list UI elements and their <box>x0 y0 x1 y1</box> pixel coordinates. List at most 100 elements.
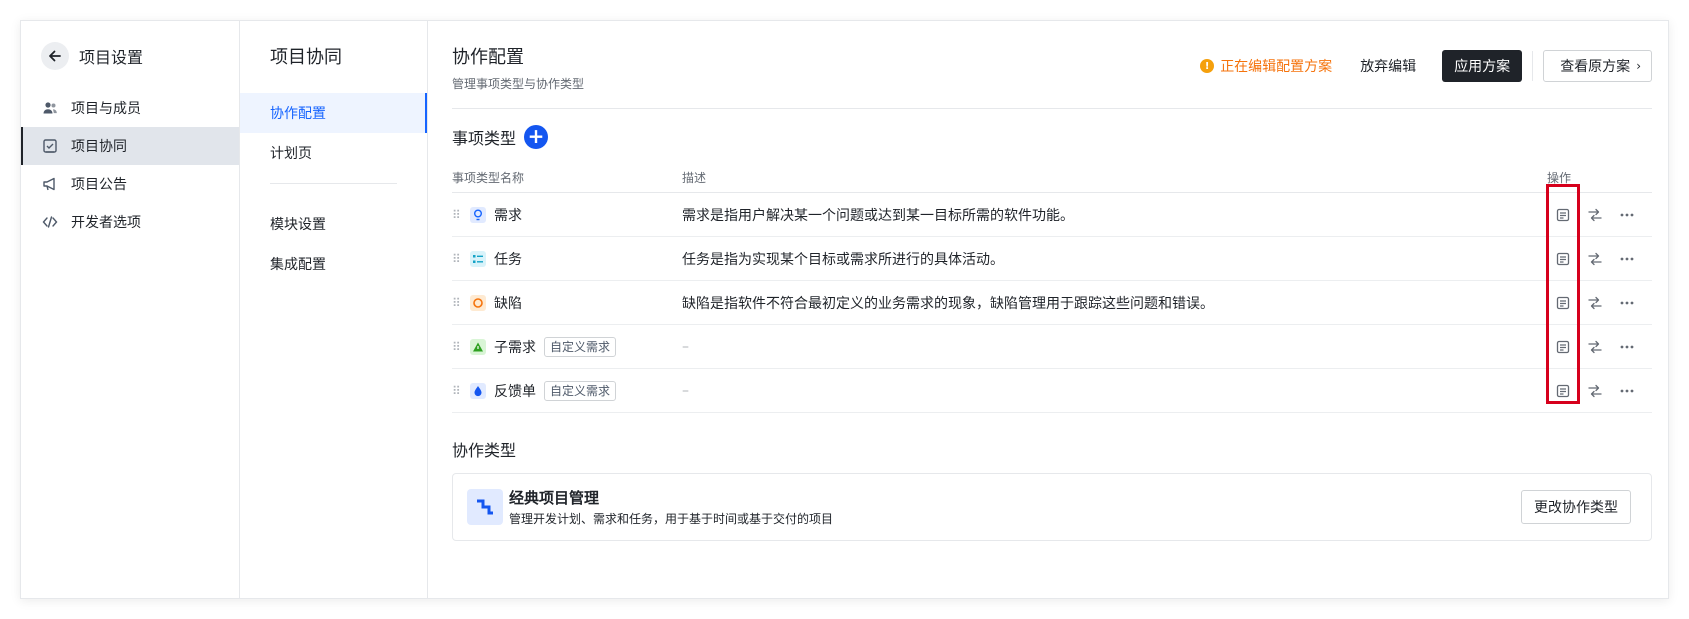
detail-doc-icon[interactable] <box>1547 291 1579 315</box>
discard-edit-button[interactable]: 放弃编辑 <box>1360 56 1416 76</box>
item-type-name: 反馈单 <box>494 383 536 400</box>
subnav-item-integration[interactable]: 集成配置 <box>240 244 427 284</box>
change-collab-type-button[interactable]: 更改协作类型 <box>1521 490 1631 524</box>
detail-doc-icon[interactable] <box>1547 203 1579 227</box>
row-ops <box>1547 247 1652 271</box>
column-header-ops: 操作 <box>1547 171 1572 185</box>
drop-icon <box>470 382 486 399</box>
apply-scheme-button[interactable]: 应用方案 <box>1442 50 1523 82</box>
detail-doc-icon[interactable] <box>1547 335 1579 359</box>
drag-handle-icon[interactable]: ⠿ <box>452 208 470 222</box>
drag-handle-icon[interactable]: ⠿ <box>452 252 470 266</box>
item-types-title: 事项类型 <box>452 129 517 148</box>
more-icon[interactable] <box>1611 291 1643 315</box>
more-icon[interactable] <box>1611 335 1643 359</box>
editing-status: ! 正在编辑配置方案 <box>1200 56 1332 76</box>
table-row[interactable]: ⠿ 反馈单 自定义需求 – <box>452 369 1652 413</box>
table-row[interactable]: ⠿ 子需求 自定义需求 – <box>452 325 1652 369</box>
item-type-desc: – <box>682 338 689 355</box>
main-header: 协作配置 管理事项类型与协作类型 ! 正在编辑配置方案 放弃编辑 应用方案 查看… <box>452 43 1652 109</box>
megaphone-icon <box>41 175 59 193</box>
sidebar: 项目设置 项目与成员 项目协同 项目公告 开发者选项 <box>21 21 240 598</box>
table-row[interactable]: ⠿ 任务 任务是指为实现某个目标或需求所进行的具体活动。 <box>452 237 1652 281</box>
bug-circle-icon <box>470 294 486 311</box>
table-row[interactable]: ⠿ 缺陷 缺陷是指软件不符合最初定义的业务需求的现象，缺陷管理用于跟踪这些问题和… <box>452 281 1652 325</box>
workflow-icon[interactable] <box>1579 291 1611 315</box>
item-type-desc: 缺陷是指软件不符合最初定义的业务需求的现象，缺陷管理用于跟踪这些问题和错误。 <box>682 295 1214 312</box>
view-original-button[interactable]: 查看原方案 › <box>1543 50 1652 82</box>
main-content: 协作配置 管理事项类型与协作类型 ! 正在编辑配置方案 放弃编辑 应用方案 查看… <box>428 21 1668 598</box>
collab-type-desc: 管理开发计划、需求和任务，用于基于时间或基于交付的项目 <box>509 512 834 526</box>
more-icon[interactable] <box>1611 379 1643 403</box>
subnav-divider <box>270 183 397 184</box>
item-type-desc: 任务是指为实现某个目标或需求所进行的具体活动。 <box>682 251 1004 268</box>
item-type-name: 需求 <box>494 207 522 224</box>
collab-type-info: 经典项目管理 管理开发计划、需求和任务，用于基于时间或基于交付的项目 <box>467 487 833 527</box>
item-type-desc: 需求是指用户解决某一个问题或达到某一目标所需的软件功能。 <box>682 207 1074 224</box>
collab-type-name: 经典项目管理 <box>509 489 600 507</box>
subnav-item-collab-config[interactable]: 协作配置 <box>240 93 427 133</box>
sidebar-item-collab[interactable]: 项目协同 <box>21 127 239 165</box>
table-header: 事项类型名称 描述 操作 <box>452 163 1652 193</box>
more-icon[interactable] <box>1611 203 1643 227</box>
workflow-icon[interactable] <box>1579 247 1611 271</box>
workflow-icon[interactable] <box>1579 335 1611 359</box>
sidebar-item-announcement[interactable]: 项目公告 <box>21 165 239 203</box>
table-body: ⠿ 需求 需求是指用户解决某一个问题或达到某一目标所需的软件功能。 ⠿ 任务 任… <box>452 193 1652 413</box>
row-ops <box>1547 203 1652 227</box>
workflow-icon[interactable] <box>1579 379 1611 403</box>
subnav-item-plan-page[interactable]: 计划页 <box>240 133 427 173</box>
collab-types-title: 协作类型 <box>452 441 517 460</box>
item-type-desc: – <box>682 382 689 399</box>
item-types-table: 事项类型名称 描述 操作 ⠿ 需求 需求是指用户解决某一个问题或达到某一目标所需… <box>452 163 1652 413</box>
back-arrow-icon[interactable] <box>41 42 69 70</box>
more-icon[interactable] <box>1611 247 1643 271</box>
item-type-name: 缺陷 <box>494 295 522 312</box>
settings-window: 项目设置 项目与成员 项目协同 项目公告 开发者选项 项目协同 协作配置 计划页… <box>20 20 1669 599</box>
sidebar-item-label: 项目协同 <box>71 139 127 155</box>
row-name-cell: ⠿ 需求 <box>452 205 682 225</box>
sidebar-item-label: 项目与成员 <box>71 101 141 117</box>
editing-status-label: 正在编辑配置方案 <box>1220 59 1333 75</box>
row-ops <box>1547 379 1652 403</box>
add-item-type-icon[interactable]: + <box>524 125 549 149</box>
row-name-cell: ⠿ 缺陷 <box>452 293 682 313</box>
collab-type-card: 经典项目管理 管理开发计划、需求和任务，用于基于时间或基于交付的项目 更改协作类… <box>452 473 1652 541</box>
sidebar-header: 项目设置 <box>21 39 239 73</box>
column-header-desc: 描述 <box>682 171 707 185</box>
custom-tag: 自定义需求 <box>544 336 617 357</box>
subnav: 项目协同 协作配置 计划页 模块设置 集成配置 <box>240 21 428 598</box>
drag-handle-icon[interactable]: ⠿ <box>452 340 470 354</box>
detail-doc-icon[interactable] <box>1547 247 1579 271</box>
page-subtitle: 管理事项类型与协作类型 <box>452 77 585 91</box>
drag-handle-icon[interactable]: ⠿ <box>452 384 470 398</box>
collab-check-icon <box>41 137 59 155</box>
row-name-cell: ⠿ 任务 <box>452 249 682 269</box>
row-name-cell: ⠿ 子需求 自定义需求 <box>452 336 682 357</box>
item-types-section-title: 事项类型 + <box>452 125 1652 149</box>
header-actions: ! 正在编辑配置方案 放弃编辑 应用方案 查看原方案 › <box>1200 50 1652 82</box>
page-title: 协作配置 <box>452 47 524 68</box>
sidebar-item-members[interactable]: 项目与成员 <box>21 89 239 127</box>
subnav-title: 项目协同 <box>270 47 342 68</box>
workflow-icon[interactable] <box>1579 203 1611 227</box>
item-type-name: 子需求 <box>494 339 536 356</box>
custom-tag: 自定义需求 <box>544 380 617 401</box>
detail-doc-icon[interactable] <box>1547 379 1579 403</box>
chevron-right-icon: › <box>1636 59 1641 73</box>
subnav-item-module-settings[interactable]: 模块设置 <box>240 204 427 244</box>
view-original-label: 查看原方案 <box>1560 59 1631 75</box>
members-icon <box>41 99 59 117</box>
sidebar-item-label: 开发者选项 <box>71 215 141 231</box>
bulb-icon <box>470 206 486 223</box>
row-ops <box>1547 335 1652 359</box>
warning-icon: ! <box>1200 59 1215 73</box>
triangle-icon <box>470 338 486 355</box>
item-type-name: 任务 <box>494 251 522 268</box>
table-row[interactable]: ⠿ 需求 需求是指用户解决某一个问题或达到某一目标所需的软件功能。 <box>452 193 1652 237</box>
drag-handle-icon[interactable]: ⠿ <box>452 296 470 310</box>
task-list-icon <box>470 250 486 267</box>
stairs-icon <box>467 489 503 525</box>
column-header-name: 事项类型名称 <box>452 171 525 185</box>
sidebar-item-developer[interactable]: 开发者选项 <box>21 203 239 241</box>
